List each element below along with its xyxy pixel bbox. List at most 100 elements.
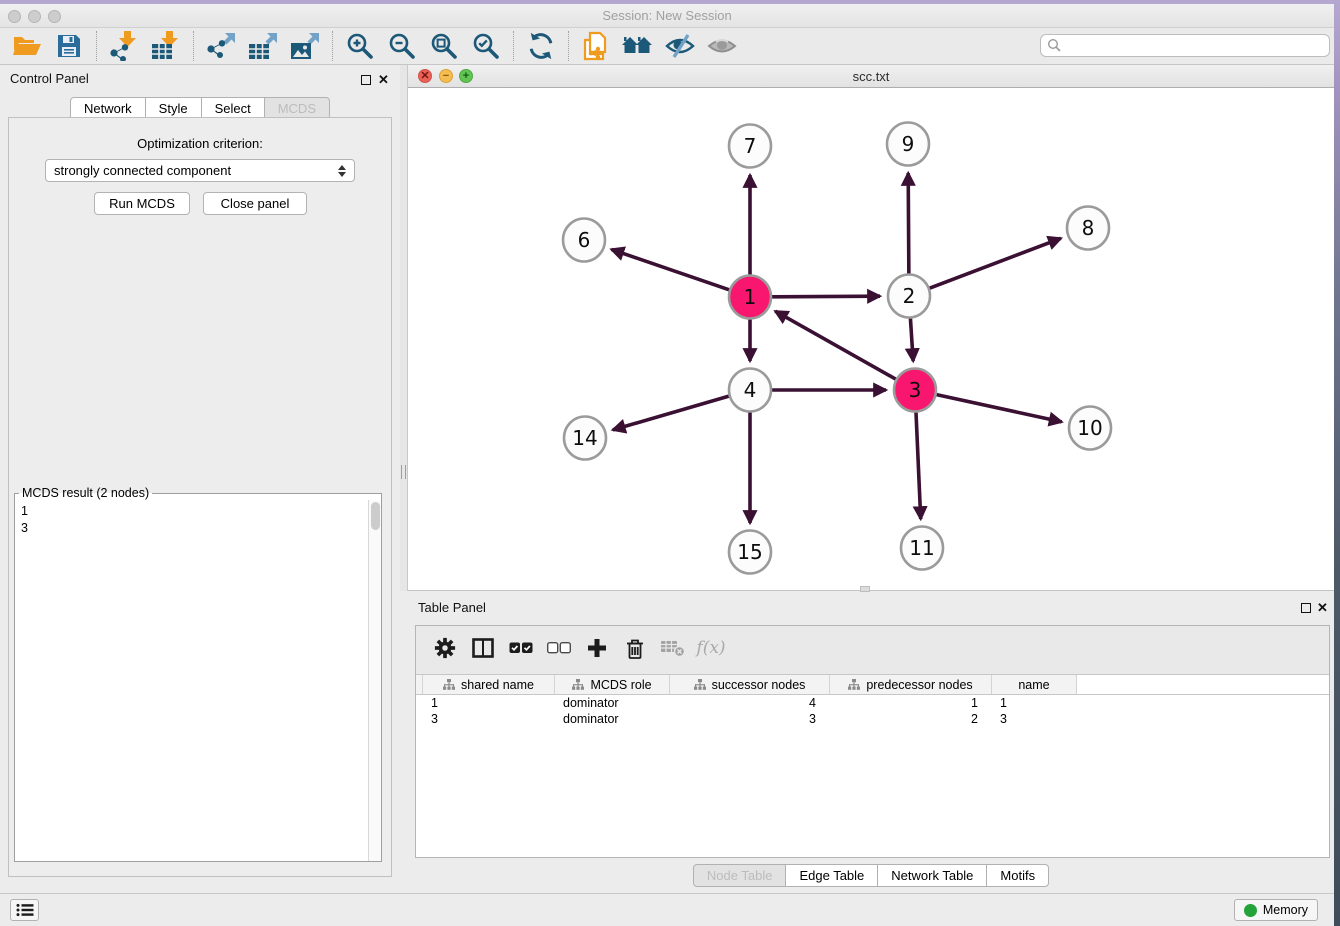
table-row-2[interactable]: 3dominator323 xyxy=(416,711,1329,727)
run-mcds-button[interactable]: Run MCDS xyxy=(94,192,190,215)
edge-3-10[interactable] xyxy=(936,395,1061,422)
sitemap-icon xyxy=(694,679,706,690)
result-scrollbar[interactable] xyxy=(368,500,381,861)
main-toolbar xyxy=(0,28,1334,65)
node-1[interactable]: 1 xyxy=(729,276,771,319)
cell-shared-name[interactable]: 1 xyxy=(423,695,555,711)
export-table-button[interactable] xyxy=(242,30,284,62)
export-network-button[interactable] xyxy=(200,30,242,62)
memory-button[interactable]: Memory xyxy=(1234,899,1318,921)
task-history-button[interactable] xyxy=(10,899,39,921)
zoom-selected-button[interactable] xyxy=(465,30,507,62)
cell-predecessor-nodes[interactable]: 1 xyxy=(830,695,992,711)
node-11[interactable]: 11 xyxy=(901,527,943,570)
save-session-button[interactable] xyxy=(48,30,90,62)
control-panel-close-button[interactable]: ✕ xyxy=(378,74,389,86)
delete-row-button[interactable] xyxy=(616,631,654,665)
edge-3-1[interactable] xyxy=(775,311,896,379)
show-all-networks-button[interactable] xyxy=(617,30,659,62)
table-panel-float-button[interactable] xyxy=(1301,603,1311,613)
zoom-in-button[interactable] xyxy=(339,30,381,62)
delete-table-button[interactable] xyxy=(654,631,692,665)
node-4[interactable]: 4 xyxy=(729,369,771,412)
node-10[interactable]: 10 xyxy=(1069,407,1111,450)
node-8[interactable]: 8 xyxy=(1067,207,1109,250)
list-icon xyxy=(16,903,34,917)
edge-3-11[interactable] xyxy=(916,412,921,519)
node-label-9: 9 xyxy=(902,132,915,156)
search-icon xyxy=(1047,38,1062,53)
edge-2-3[interactable] xyxy=(910,318,913,361)
import-network-icon xyxy=(108,31,140,61)
column-header-predecessor-nodes[interactable]: predecessor nodes xyxy=(830,675,992,694)
cell-mcds-role[interactable]: dominator xyxy=(555,711,670,727)
cell-name[interactable]: 1 xyxy=(992,695,1077,711)
edge-1-2[interactable] xyxy=(772,296,880,297)
column-header-successor-nodes[interactable]: successor nodes xyxy=(670,675,830,694)
close-panel-button[interactable]: Close panel xyxy=(203,192,307,215)
add-row-button[interactable] xyxy=(578,631,616,665)
tab-network-table[interactable]: Network Table xyxy=(877,864,987,887)
edge-4-14[interactable] xyxy=(613,396,729,430)
cell-predecessor-nodes[interactable]: 2 xyxy=(830,711,992,727)
node-7[interactable]: 7 xyxy=(729,125,771,168)
show-selected-button[interactable] xyxy=(701,30,743,62)
edge-2-8[interactable] xyxy=(930,238,1061,288)
cell-mcds-role[interactable]: dominator xyxy=(555,695,670,711)
table-row-1[interactable]: 1dominator411 xyxy=(416,695,1329,711)
column-header-name[interactable]: name xyxy=(992,675,1077,694)
refresh-layout-button[interactable] xyxy=(520,30,562,62)
tab-node-table[interactable]: Node Table xyxy=(693,864,787,887)
desktop-wallpaper-top xyxy=(0,0,1340,4)
column-header-shared-name[interactable]: shared name xyxy=(423,675,555,694)
export-image-button[interactable] xyxy=(284,30,326,62)
table-panel-close-button[interactable]: ✕ xyxy=(1317,602,1328,614)
column-header-mcds-role[interactable]: MCDS role xyxy=(555,675,670,694)
node-6[interactable]: 6 xyxy=(563,219,605,262)
edge-2-9[interactable] xyxy=(908,173,909,274)
node-9[interactable]: 9 xyxy=(887,123,929,166)
cell-name[interactable]: 3 xyxy=(992,711,1077,727)
clone-network-button[interactable] xyxy=(575,30,617,62)
column-header-label: name xyxy=(1018,678,1049,692)
window-title: Session: New Session xyxy=(0,8,1334,23)
select-all-button[interactable] xyxy=(502,631,540,665)
network-canvas[interactable]: 7 9 6 8 1 2 4 3 14 10 15 11 xyxy=(408,88,1334,591)
checked-boxes-icon xyxy=(509,642,533,654)
edge-1-6[interactable] xyxy=(611,249,729,289)
result-scrollbar-thumb[interactable] xyxy=(371,502,380,530)
tab-edge-table[interactable]: Edge Table xyxy=(785,864,878,887)
toolbar-separator xyxy=(193,31,194,61)
criterion-select[interactable]: strongly connected component xyxy=(45,159,355,182)
cell-shared-name[interactable]: 3 xyxy=(423,711,555,727)
import-network-button[interactable] xyxy=(103,30,145,62)
node-label-15: 15 xyxy=(737,540,762,564)
tab-motifs[interactable]: Motifs xyxy=(986,864,1049,887)
open-session-button[interactable] xyxy=(6,30,48,62)
panel-splitter[interactable] xyxy=(400,65,408,591)
node-2[interactable]: 2 xyxy=(888,275,930,318)
horizontal-splitter-grip[interactable] xyxy=(860,586,870,592)
node-3[interactable]: 3 xyxy=(894,369,936,412)
node-label-3: 3 xyxy=(909,378,922,402)
show-column-panel-button[interactable] xyxy=(464,631,502,665)
function-builder-button[interactable]: f(x) xyxy=(692,631,730,665)
fx-icon: f(x) xyxy=(696,638,725,658)
deselect-all-button[interactable] xyxy=(540,631,578,665)
cell-successor-nodes[interactable]: 3 xyxy=(670,711,830,727)
control-panel-float-button[interactable] xyxy=(361,75,371,85)
clone-network-icon xyxy=(582,31,610,61)
mcds-result-list[interactable]: 1 3 xyxy=(15,500,368,861)
status-bar: Memory xyxy=(0,893,1334,926)
table-options-button[interactable] xyxy=(426,631,464,665)
node-15[interactable]: 15 xyxy=(729,531,771,574)
zoom-fit-button[interactable] xyxy=(423,30,465,62)
node-14[interactable]: 14 xyxy=(564,417,606,460)
mcds-result-group: MCDS result (2 nodes) 1 3 xyxy=(14,486,382,862)
table-header-filler xyxy=(1077,675,1329,694)
cell-successor-nodes[interactable]: 4 xyxy=(670,695,830,711)
import-table-button[interactable] xyxy=(145,30,187,62)
search-input[interactable] xyxy=(1062,38,1323,53)
hide-selected-button[interactable] xyxy=(659,30,701,62)
zoom-out-button[interactable] xyxy=(381,30,423,62)
